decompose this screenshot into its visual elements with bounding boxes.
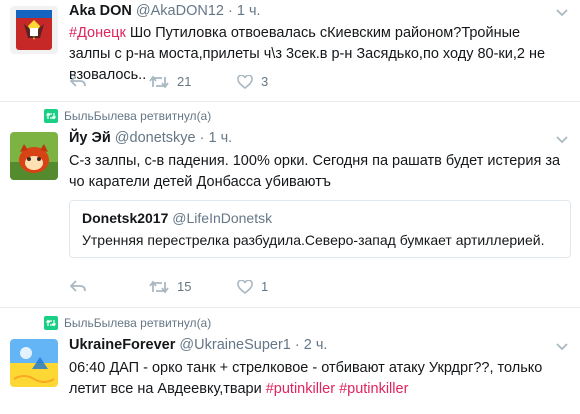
like-button[interactable]: 1 — [237, 279, 268, 294]
tweet-text: 06:40 ДАП - орко танк + стрелковое - отб… — [69, 358, 564, 400]
author-name[interactable]: UkraineForever — [69, 337, 175, 353]
author-name[interactable]: Aka DON — [69, 3, 132, 19]
quoted-tweet-header: Donetsk2017 @LifeInDonetsk — [82, 210, 272, 226]
tweet-header: Aka DON @AkaDON12 · 1 ч. — [69, 3, 261, 19]
retweet-button[interactable]: 21 — [149, 74, 191, 89]
chevron-down-icon[interactable] — [556, 340, 568, 354]
reply-button[interactable] — [70, 74, 86, 88]
retweet-icon — [149, 280, 169, 293]
retweeted-icon — [44, 109, 58, 123]
quoted-author-name: Donetsk2017 — [82, 210, 169, 226]
tweet-1[interactable]: Aka DON @AkaDON12 · 1 ч. #Донецк Шо Пути… — [0, 0, 580, 102]
like-count: 1 — [261, 279, 269, 294]
like-button[interactable]: 3 — [237, 74, 268, 89]
hashtag-link[interactable]: #Донецк — [69, 25, 126, 41]
reply-icon — [70, 280, 86, 292]
like-count: 3 — [261, 74, 269, 89]
tweet-text: #Донецк Шо Путиловка отвоевалась сКиевск… — [69, 23, 564, 86]
author-handle[interactable]: @donetskye — [115, 130, 196, 146]
retweet-count: 15 — [177, 279, 192, 294]
separator-dot: · — [227, 3, 233, 19]
retweeted-by-label[interactable]: БыльБылева ретвитнул(а) — [64, 316, 211, 330]
tweet-2[interactable]: БыльБылева ретвитнул(а) Йу Эй @donetskye… — [0, 101, 580, 308]
retweet-button[interactable]: 15 — [149, 279, 191, 294]
retweet-count: 21 — [177, 74, 192, 89]
tweet-text: С-з залпы, с-в падения. 100% орки. Сегод… — [69, 153, 561, 190]
retweet-context: БыльБылева ретвитнул(а) — [44, 109, 211, 123]
retweeted-by-label[interactable]: БыльБылева ретвитнул(а) — [64, 109, 211, 123]
quoted-tweet[interactable]: Donetsk2017 @LifeInDonetsk Утренняя пере… — [69, 200, 571, 258]
quoted-author-handle: @LifeInDonetsk — [172, 210, 273, 226]
hashtag-link[interactable]: #putinkiller — [339, 381, 408, 397]
tweet-time[interactable]: 2 ч. — [304, 337, 328, 353]
chevron-down-icon[interactable] — [556, 6, 568, 20]
tweet-header: UkraineForever @UkraineSuper1 · 2 ч. — [69, 337, 327, 353]
author-handle[interactable]: @UkraineSuper1 — [179, 337, 290, 353]
retweeted-icon — [44, 316, 58, 330]
avatar[interactable] — [10, 6, 58, 54]
avatar[interactable] — [10, 132, 58, 180]
chevron-down-icon[interactable] — [556, 133, 568, 147]
separator-dot: · — [294, 337, 300, 353]
author-handle[interactable]: @AkaDON12 — [136, 3, 224, 19]
author-name[interactable]: Йу Эй — [69, 130, 111, 146]
tweet-time[interactable]: 1 ч. — [209, 130, 233, 146]
tweet-3[interactable]: БыльБылева ретвитнул(а) UkraineForever @… — [0, 307, 580, 414]
reply-icon — [70, 75, 86, 87]
retweet-context: БыльБылева ретвитнул(а) — [44, 316, 211, 330]
tweet-body: Шо Путиловка отвоевалась сКиевским район… — [69, 25, 546, 83]
tweet-time[interactable]: 1 ч. — [237, 3, 261, 19]
like-icon — [237, 279, 253, 294]
retweet-icon — [149, 75, 169, 88]
tweet-header: Йу Эй @donetskye · 1 ч. — [69, 130, 232, 146]
like-icon — [237, 74, 253, 89]
reply-button[interactable] — [70, 279, 86, 293]
avatar[interactable] — [10, 339, 58, 387]
hashtag-link[interactable]: #putinkiller — [266, 381, 335, 397]
separator-dot: · — [199, 130, 205, 146]
quoted-tweet-text: Утренняя перестрелка разбудила.Северо-за… — [82, 232, 545, 248]
